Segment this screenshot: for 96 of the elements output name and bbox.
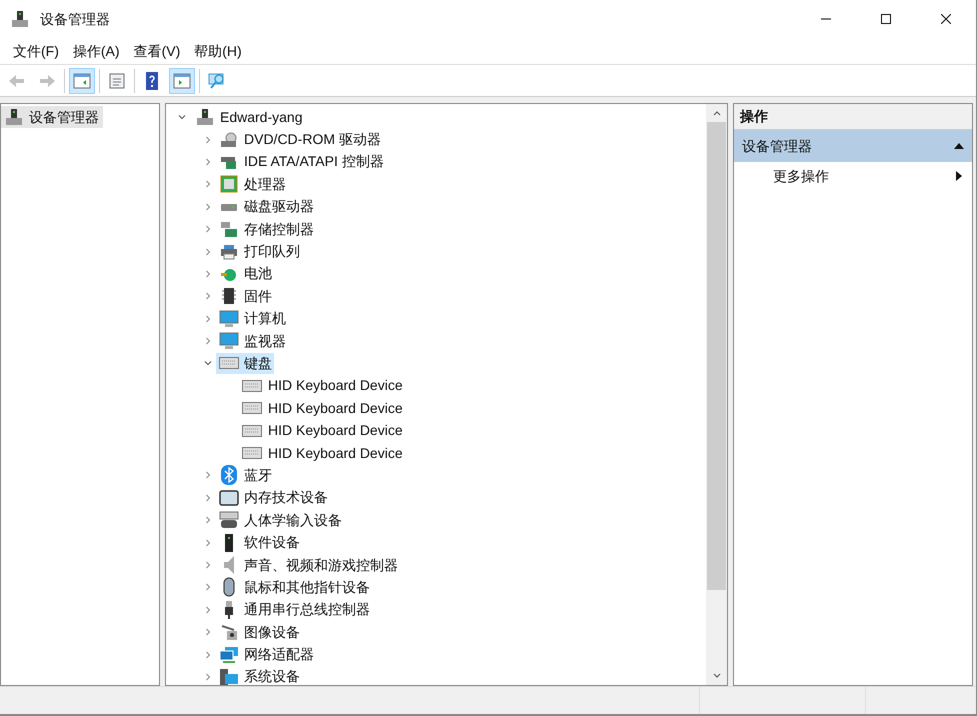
tree-item[interactable]: HID Keyboard Device xyxy=(242,442,405,464)
keyboard-icon xyxy=(242,447,262,460)
tree-item[interactable]: 声音、视频和游戏控制器 xyxy=(216,554,400,576)
chip-icon xyxy=(220,175,238,194)
tree-pane-button[interactable] xyxy=(69,68,95,94)
storage-controller-icon xyxy=(220,220,238,238)
mouse-icon xyxy=(223,577,235,598)
tree-item[interactable]: 系统设备 xyxy=(216,666,302,685)
printer-icon xyxy=(220,244,238,260)
tree-item[interactable]: 处理器 xyxy=(216,174,288,195)
chevron-right-icon[interactable] xyxy=(204,337,212,346)
tree-item[interactable]: 蓝牙 xyxy=(216,464,274,486)
chevron-right-icon[interactable] xyxy=(204,248,212,256)
monitor-icon xyxy=(219,310,239,328)
chevron-right-icon[interactable] xyxy=(204,270,212,278)
chevron-right-icon[interactable] xyxy=(204,606,212,614)
tree-item[interactable]: 鼠标和其他指针设备 xyxy=(216,576,372,598)
menu-item[interactable]: 查看(V) xyxy=(126,39,188,63)
memory-card-icon xyxy=(219,490,239,506)
tree-item[interactable]: 通用串行总线控制器 xyxy=(216,599,372,620)
scroll-down-icon[interactable] xyxy=(712,673,720,679)
tree-item[interactable]: 人体学输入设备 xyxy=(216,510,344,531)
keyboard-icon xyxy=(242,424,262,437)
scroll-up-icon[interactable] xyxy=(712,110,720,116)
pane-right-icon xyxy=(172,70,192,90)
speaker-icon xyxy=(223,555,235,575)
keyboard-icon xyxy=(242,380,262,392)
pane-left-icon xyxy=(72,70,92,90)
console-tree-item[interactable]: 设备管理器 xyxy=(1,106,103,128)
computer-icon xyxy=(11,10,29,28)
tree-item[interactable]: HID Keyboard Device xyxy=(242,420,405,442)
device-tower-icon xyxy=(224,532,234,553)
tree-item[interactable]: 监视器 xyxy=(216,330,288,352)
tree-item[interactable]: Edward-yang xyxy=(220,106,302,128)
disc-drive-icon xyxy=(220,132,238,148)
firmware-chip-icon xyxy=(221,287,237,306)
chevron-right-icon[interactable] xyxy=(204,628,212,636)
actions-pane-title: 操作 xyxy=(734,104,972,130)
tree-item[interactable]: 计算机 xyxy=(216,308,288,330)
maximize-icon xyxy=(881,14,891,24)
document-icon xyxy=(107,70,127,90)
chevron-right-icon[interactable] xyxy=(204,202,212,211)
chevron-down-icon[interactable] xyxy=(204,359,212,368)
tree-item[interactable]: 电池 xyxy=(216,263,274,284)
menu-item[interactable]: 操作(A) xyxy=(66,39,127,63)
window-title: 设备管理器 xyxy=(40,10,110,28)
chevron-right-icon[interactable] xyxy=(204,650,212,659)
monitor-icon xyxy=(219,332,239,350)
menu-item[interactable]: 帮助(H) xyxy=(187,39,249,63)
tree-item[interactable]: 存储控制器 xyxy=(216,218,316,240)
keyboard-icon xyxy=(242,402,262,414)
system-folder-icon xyxy=(219,668,239,685)
chevron-right-icon[interactable] xyxy=(204,672,212,681)
tree-item[interactable]: 软件设备 xyxy=(216,532,302,554)
tree-item[interactable]: DVD/CD-ROM 驱动器 xyxy=(216,129,383,150)
tree-item[interactable]: HID Keyboard Device xyxy=(242,398,405,419)
scrollbar[interactable] xyxy=(706,104,727,685)
tree-item[interactable]: 固件 xyxy=(216,286,274,307)
triangle-right-icon xyxy=(956,171,962,181)
tree-item[interactable]: HID Keyboard Device xyxy=(242,375,405,396)
chevron-right-icon[interactable] xyxy=(204,494,212,502)
tree-item[interactable]: 内存技术设备 xyxy=(216,487,330,508)
camera-icon xyxy=(219,623,239,642)
usb-plug-icon xyxy=(224,600,234,620)
keyboard-gamepad-icon xyxy=(219,511,239,530)
triangle-up-icon[interactable] xyxy=(954,143,964,149)
tree-item[interactable]: 网络适配器 xyxy=(216,644,316,666)
chevron-right-icon[interactable] xyxy=(204,136,212,144)
tree-item[interactable]: 打印队列 xyxy=(216,241,302,262)
chevron-right-icon[interactable] xyxy=(204,225,212,234)
chevron-right-icon[interactable] xyxy=(204,538,212,547)
chevron-right-icon[interactable] xyxy=(204,314,212,323)
chevron-right-icon[interactable] xyxy=(204,516,212,524)
chevron-right-icon[interactable] xyxy=(204,158,212,166)
menu-item[interactable]: 文件(F) xyxy=(6,39,66,63)
action-item[interactable]: 更多操作 xyxy=(734,162,972,190)
action-pane-button[interactable] xyxy=(169,68,195,94)
tree-item[interactable]: 键盘 xyxy=(216,352,274,374)
scrollbar-thumb[interactable] xyxy=(707,122,726,590)
chevron-down-icon[interactable] xyxy=(178,113,186,122)
chevron-right-icon[interactable] xyxy=(204,583,212,592)
chevron-right-icon[interactable] xyxy=(204,561,212,569)
tree-item[interactable]: 磁盘驱动器 xyxy=(216,196,316,218)
close-icon xyxy=(941,14,951,24)
bluetooth-icon xyxy=(221,465,237,486)
chevron-right-icon[interactable] xyxy=(204,180,212,188)
actions-section-header[interactable]: 设备管理器 xyxy=(734,130,972,162)
chevron-right-icon[interactable] xyxy=(204,471,212,480)
computer-icon xyxy=(196,108,214,126)
tree-item[interactable]: 图像设备 xyxy=(216,622,302,643)
network-icon xyxy=(219,646,239,664)
chevron-right-icon[interactable] xyxy=(204,292,212,300)
keyboard-icon xyxy=(219,357,239,370)
computer-icon xyxy=(5,108,23,126)
tree-item[interactable]: IDE ATA/ATAPI 控制器 xyxy=(216,151,386,172)
disk-drive-icon xyxy=(220,202,238,212)
